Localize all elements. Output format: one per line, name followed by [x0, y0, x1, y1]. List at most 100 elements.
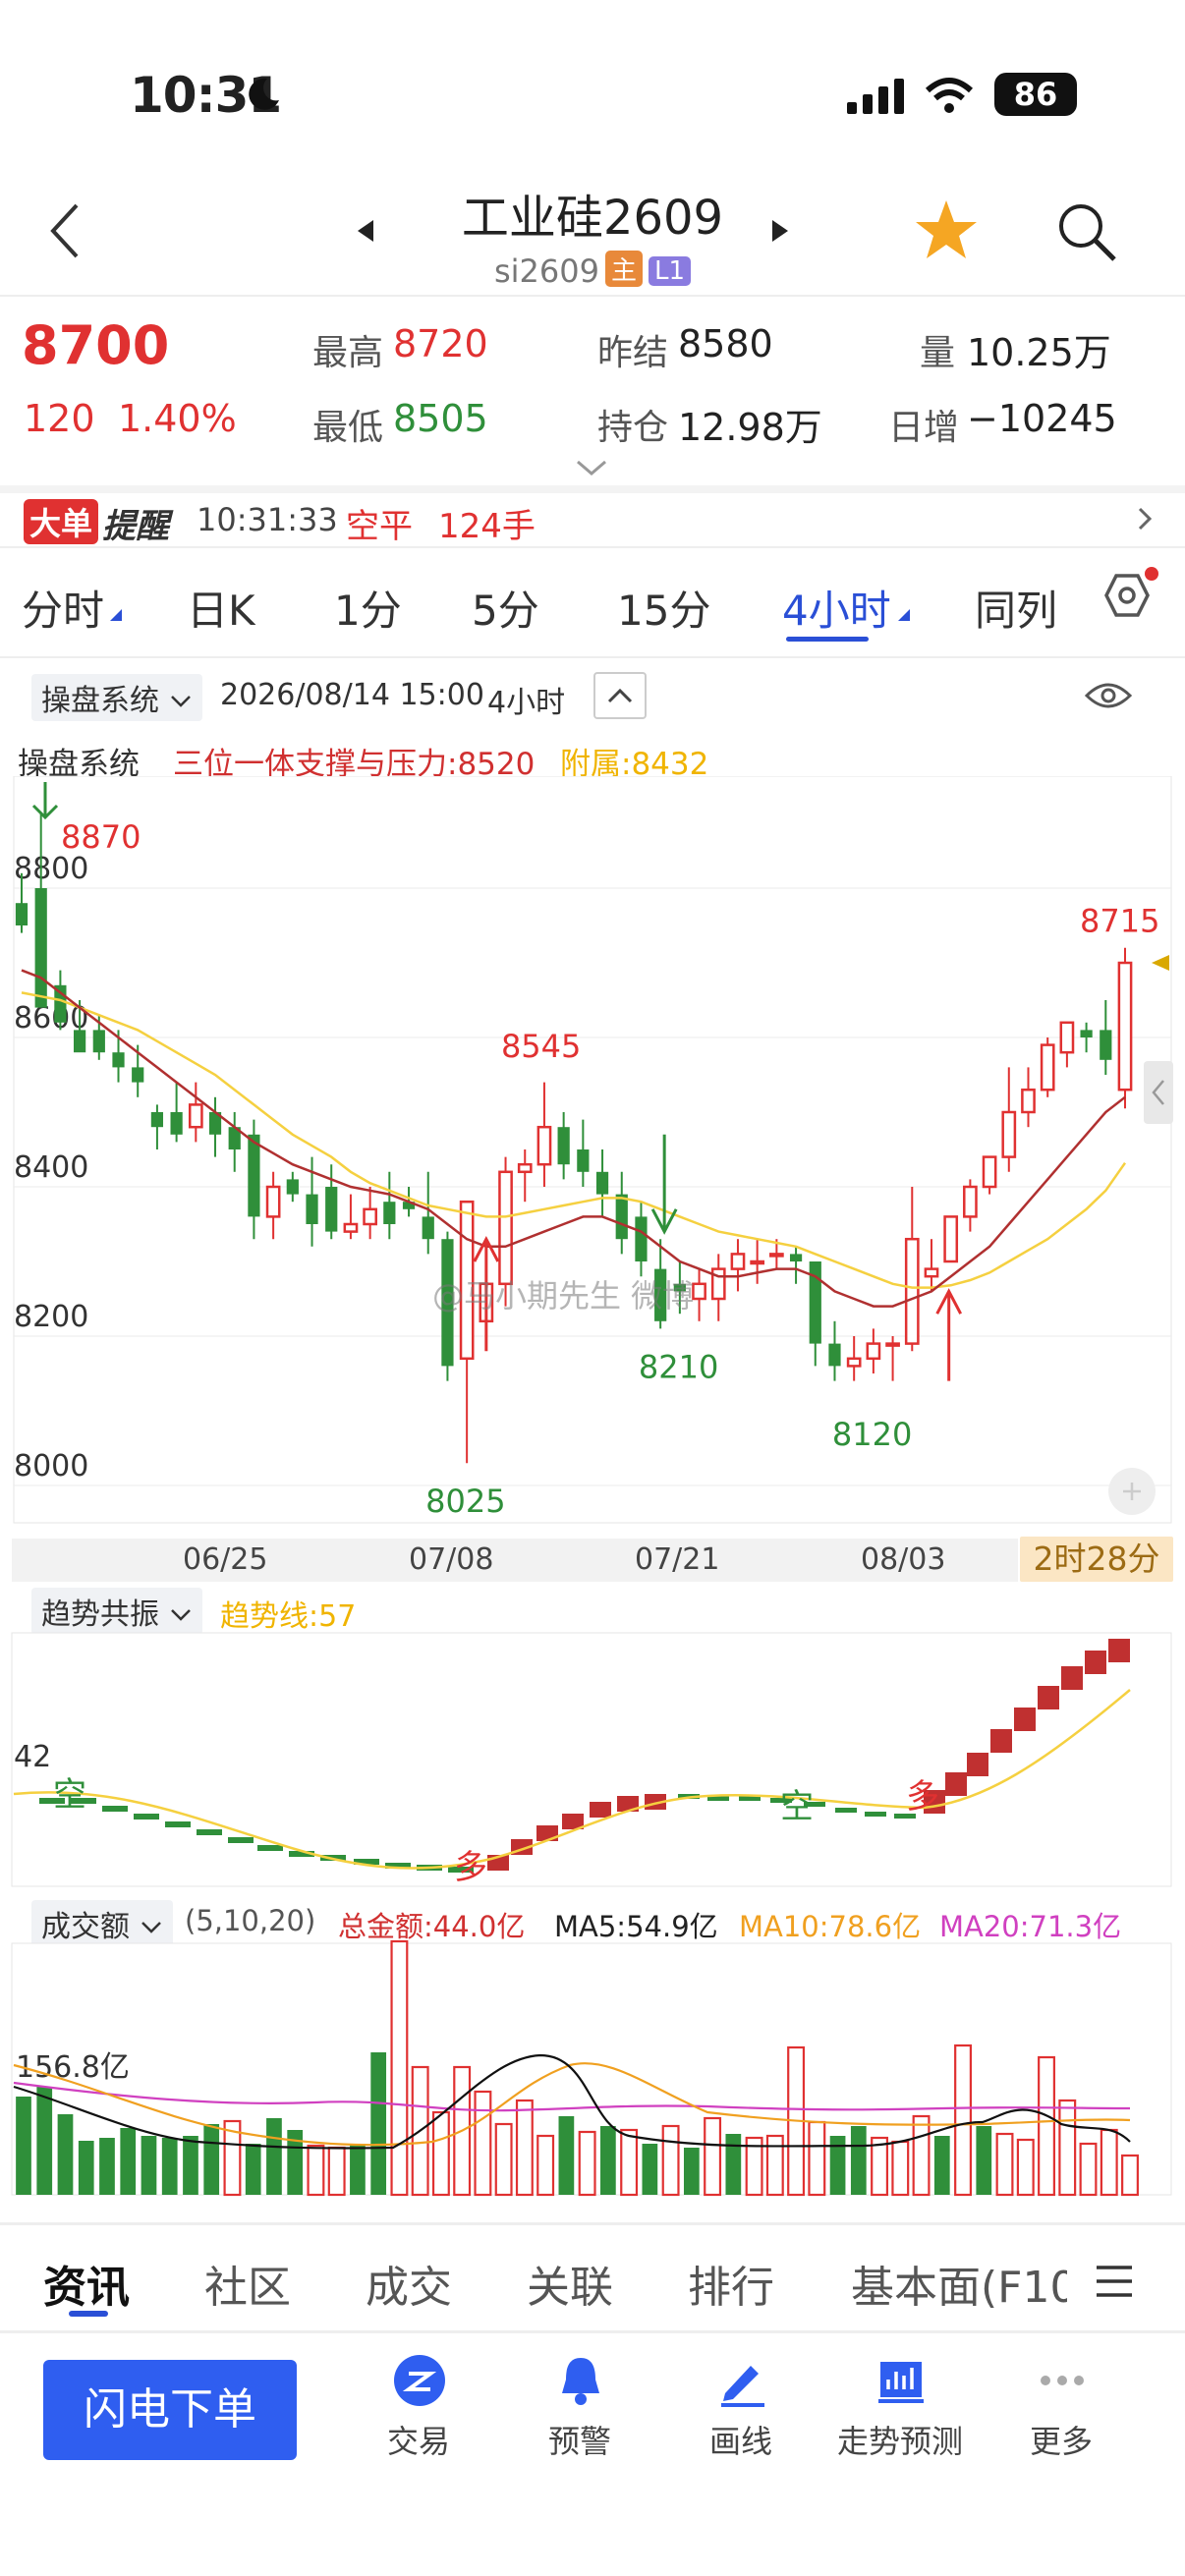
- contract-title: 工业硅2609: [461, 191, 724, 246]
- collapse-button[interactable]: [593, 672, 647, 719]
- system-selector[interactable]: 操盘系统: [31, 674, 202, 721]
- candle-body: [635, 1216, 648, 1261]
- tab-15min[interactable]: 15分: [617, 578, 710, 638]
- tab-related[interactable]: 关联: [527, 2252, 613, 2315]
- eye-icon[interactable]: [1085, 680, 1132, 711]
- price-annotation: 8870: [61, 818, 141, 856]
- trend-level-label: 42: [14, 1740, 51, 1774]
- candle-body: [517, 1162, 533, 1174]
- volume-label: 量: [920, 333, 956, 373]
- candle-body: [1001, 1110, 1017, 1158]
- low-value: 8505: [393, 397, 488, 440]
- nav-alert-label: 预警: [547, 2423, 611, 2460]
- trade-icon: [394, 2355, 445, 2406]
- high-label: 最高: [312, 333, 384, 373]
- contract-code: si2609 主 L1: [0, 251, 1185, 290]
- tab-daily[interactable]: 日K: [187, 578, 255, 638]
- tab-fundamentals[interactable]: 基本面(F10: [851, 2252, 1067, 2315]
- nav-alert[interactable]: 预警: [511, 2354, 649, 2472]
- trend-block: [990, 1729, 1012, 1753]
- candle-body: [789, 1254, 803, 1261]
- trend-block: [1085, 1651, 1106, 1674]
- volume-bar: [933, 2136, 950, 2195]
- candle-body: [1059, 1021, 1075, 1054]
- volume-bar: [558, 2116, 575, 2195]
- volume-bar: [1016, 2138, 1035, 2197]
- candle-body: [1080, 1030, 1093, 1037]
- contract-code-text: si2609: [493, 252, 599, 290]
- candle-body: [150, 1112, 164, 1128]
- candle-body: [577, 1149, 590, 1172]
- prev-settle-value: 8580: [678, 322, 773, 365]
- intraday-dropdown-icon[interactable]: [108, 607, 124, 623]
- signal-icon: [847, 79, 904, 114]
- nav-trade[interactable]: 交易: [350, 2354, 487, 2472]
- prev-settle-label: 昨结: [597, 333, 669, 373]
- nav-more[interactable]: 更多: [992, 2354, 1130, 2472]
- nav-draw[interactable]: 画线: [672, 2354, 810, 2472]
- search-icon[interactable]: [1055, 200, 1118, 263]
- volume-bar: [36, 2087, 53, 2195]
- nav-draw-label: 画线: [708, 2423, 772, 2460]
- candle-body: [92, 1030, 105, 1053]
- volume-bar: [57, 2114, 74, 2195]
- flash-order-button[interactable]: 闪电下单: [43, 2360, 297, 2460]
- tab-1min[interactable]: 1分: [334, 578, 402, 638]
- star-icon[interactable]: [914, 198, 979, 261]
- candle-body: [265, 1185, 281, 1218]
- nav-forecast[interactable]: 走势预测: [831, 2354, 969, 2472]
- candle-body: [188, 1103, 203, 1129]
- candle-body: [343, 1222, 359, 1233]
- tab-intraday[interactable]: 分时: [22, 578, 104, 638]
- last-price: 8700: [22, 314, 170, 376]
- candle-body: [363, 1207, 377, 1226]
- volume-bar: [850, 2126, 867, 2195]
- trend-marker: 空: [53, 1775, 86, 1815]
- volume-bar: [765, 2134, 784, 2197]
- tab-trades[interactable]: 成交: [366, 2252, 452, 2315]
- trend-block: [1108, 1639, 1130, 1662]
- chart-settings-icon[interactable]: [1091, 566, 1161, 637]
- volume-bar: [536, 2134, 555, 2197]
- candle-body: [866, 1342, 881, 1361]
- candle-body: [15, 903, 28, 925]
- trend-resonance-chart[interactable]: 42空多空多: [0, 1627, 1185, 1892]
- volume-bar: [891, 2140, 910, 2197]
- open-interest-value: 12.98万: [678, 406, 822, 449]
- volume-chart[interactable]: 156.8亿: [0, 1939, 1185, 2199]
- wifi-icon: [925, 78, 974, 113]
- volume-bar: [1079, 2142, 1098, 2197]
- alert-chevron-icon[interactable]: [1136, 505, 1156, 532]
- trend-block: [1014, 1708, 1036, 1731]
- y-tick-label: 8200: [14, 1300, 88, 1334]
- price-change: 120: [24, 397, 95, 440]
- tab-compare[interactable]: 同列: [975, 578, 1057, 638]
- candle-body: [692, 1282, 706, 1301]
- y-tick-label: 8000: [14, 1449, 88, 1484]
- menu-icon[interactable]: [1093, 2262, 1136, 2301]
- candle-body: [1100, 1030, 1112, 1060]
- nav-trade-label: 交易: [386, 2423, 450, 2460]
- expand-chevron-icon[interactable]: [574, 458, 609, 477]
- volume-bar: [683, 2148, 700, 2195]
- tab-5min[interactable]: 5分: [472, 578, 539, 638]
- tab-ranking[interactable]: 排行: [688, 2252, 774, 2315]
- y-tick-label: 8400: [14, 1150, 88, 1185]
- volume-bar: [474, 2090, 492, 2197]
- candlestick-chart[interactable]: 8000820084008600880088708545802582108120…: [0, 776, 1185, 1582]
- trend-block: [257, 1845, 283, 1851]
- tab-4hour[interactable]: 4小时: [782, 578, 891, 638]
- trend-block: [945, 1772, 967, 1796]
- tab-news[interactable]: 资讯: [43, 2252, 130, 2315]
- tab-community[interactable]: 社区: [204, 2252, 291, 2315]
- trend-marker: 多: [906, 1777, 939, 1817]
- trend-block: [1061, 1666, 1083, 1690]
- alert-lots[interactable]: 124手: [438, 499, 536, 547]
- candle-body: [943, 1215, 959, 1263]
- next-contract-icon[interactable]: [768, 218, 792, 244]
- volume-bar: [704, 2116, 722, 2197]
- candle-body: [904, 1237, 920, 1345]
- volume-bar: [203, 2124, 220, 2195]
- 4hour-dropdown-icon[interactable]: [896, 607, 912, 623]
- x-tick-2: 07/08: [409, 1542, 494, 1577]
